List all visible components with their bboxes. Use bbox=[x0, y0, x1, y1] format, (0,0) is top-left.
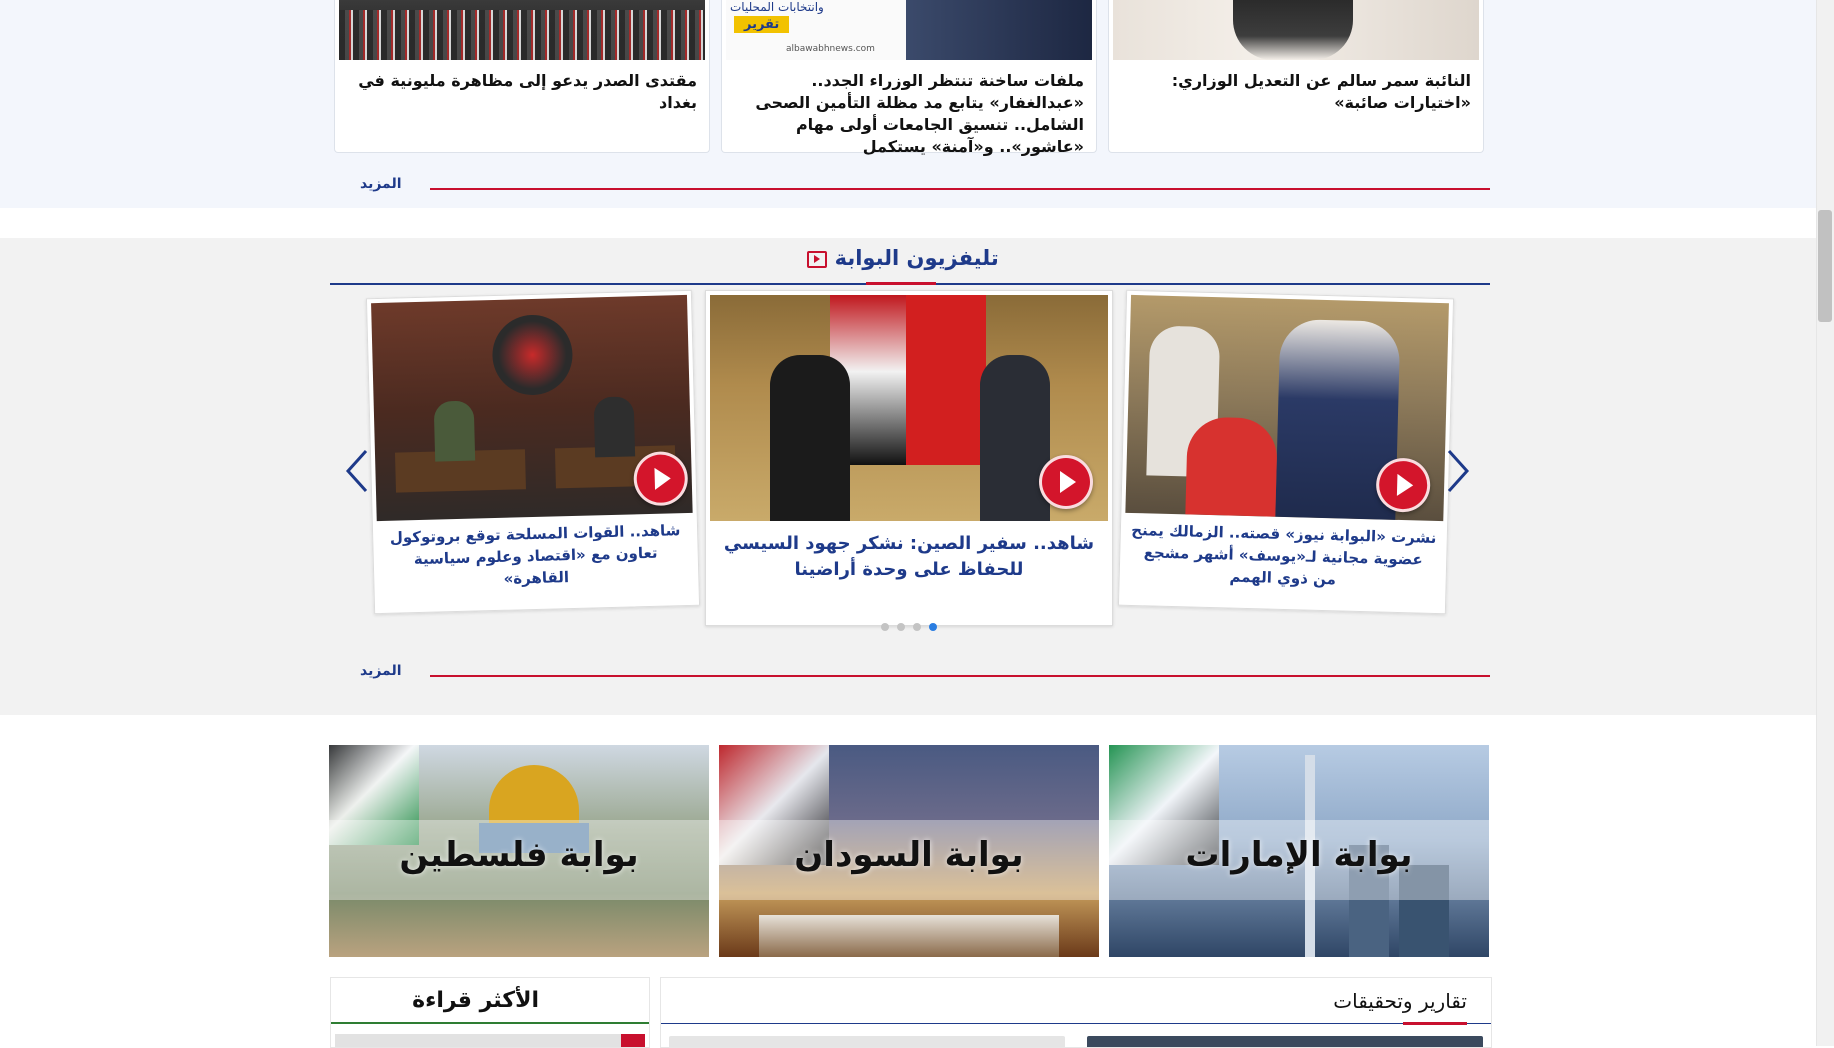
play-icon[interactable] bbox=[1039, 455, 1093, 509]
tv-icon bbox=[807, 250, 828, 268]
reports-title[interactable]: تقارير وتحقيقات bbox=[1333, 989, 1467, 1013]
most-read-divider bbox=[331, 1022, 649, 1024]
news-card[interactable]: النائبة سمر سالم عن التعديل الوزاري: «اخ… bbox=[1108, 0, 1484, 153]
gateway-label[interactable]: بوابة الإمارات bbox=[1109, 835, 1489, 875]
news-card-image bbox=[1113, 0, 1479, 60]
tv-title-text[interactable]: تليفزيون البوابة bbox=[835, 246, 999, 270]
video-card[interactable]: شاهد.. سفير الصين: نشكر جهود السيسي للحف… bbox=[705, 290, 1113, 626]
more-row: المزيد bbox=[330, 176, 1490, 200]
more-link[interactable]: المزيد bbox=[360, 663, 402, 679]
news-card-title[interactable]: ملفات ساخنة تنتظر الوزراء الجدد.. «عبدال… bbox=[734, 70, 1084, 158]
report-site: albawabhnews.com bbox=[786, 44, 875, 54]
news-card-title[interactable]: النائبة سمر سالم عن التعديل الوزاري: «اخ… bbox=[1121, 70, 1471, 114]
video-title[interactable]: شاهد.. القوات المسلحة توقع بروتوكول تعاو… bbox=[383, 519, 689, 593]
carousel-dot[interactable] bbox=[881, 623, 889, 631]
more-link[interactable]: المزيد bbox=[360, 176, 402, 192]
reports-accent bbox=[1403, 1022, 1467, 1025]
reports-divider bbox=[661, 1023, 1491, 1024]
gateway-palestine[interactable]: بوابة فلسطين bbox=[329, 745, 709, 957]
report-thumbnail[interactable] bbox=[1087, 1036, 1483, 1047]
video-card[interactable]: شاهد.. القوات المسلحة توقع بروتوكول تعاو… bbox=[365, 289, 701, 615]
tv-section-title[interactable]: تليفزيون البوابة bbox=[780, 246, 1020, 270]
scrollbar-thumb[interactable] bbox=[1818, 210, 1832, 322]
carousel-dot[interactable] bbox=[913, 623, 921, 631]
video-title[interactable]: شاهد.. سفير الصين: نشكر جهود السيسي للحف… bbox=[716, 531, 1102, 583]
most-read-title[interactable]: الأكثر قراءة bbox=[412, 988, 539, 1013]
gateway-label[interactable]: بوابة السودان bbox=[719, 835, 1099, 875]
news-card[interactable]: مقتدى الصدر يدعو إلى مظاهرة مليونية في ب… bbox=[334, 0, 710, 153]
news-card[interactable]: تقرير وانتخابات المحليات albawabhnews.co… bbox=[721, 0, 1097, 156]
video-title[interactable]: نشرت «البوابة نيوز» قصته.. الزمالك يمنح … bbox=[1129, 519, 1437, 593]
report-caption: وانتخابات المحليات bbox=[730, 0, 824, 14]
arrow-left-icon[interactable] bbox=[345, 449, 369, 493]
page-scrollbar[interactable] bbox=[1816, 0, 1834, 1046]
arrow-right-icon[interactable] bbox=[1446, 449, 1470, 493]
report-tag: تقرير bbox=[734, 16, 790, 33]
carousel-dot[interactable] bbox=[897, 623, 905, 631]
news-card-image: تقرير وانتخابات المحليات albawabhnews.co… bbox=[726, 0, 1092, 60]
report-thumbnail[interactable] bbox=[669, 1036, 1065, 1047]
most-read-section: الأكثر قراءة bbox=[330, 977, 650, 1048]
news-card-title[interactable]: مقتدى الصدر يدعو إلى مظاهرة مليونية في ب… bbox=[347, 70, 697, 114]
most-read-badge bbox=[621, 1034, 645, 1047]
gateway-sudan[interactable]: بوابة السودان bbox=[719, 745, 1099, 957]
gateway-label[interactable]: بوابة فلسطين bbox=[329, 835, 709, 875]
tv-header-accent bbox=[866, 282, 936, 285]
carousel-dot-active[interactable] bbox=[929, 623, 937, 631]
gateway-uae[interactable]: بوابة الإمارات bbox=[1109, 745, 1489, 957]
more-divider bbox=[430, 675, 1490, 677]
video-card[interactable]: نشرت «البوابة نيوز» قصته.. الزمالك يمنح … bbox=[1117, 289, 1455, 615]
more-divider bbox=[430, 188, 1490, 190]
news-card-image bbox=[339, 0, 705, 60]
reports-section: تقارير وتحقيقات bbox=[660, 977, 1492, 1048]
more-row: المزيد bbox=[330, 663, 1490, 687]
most-read-thumbnail[interactable] bbox=[335, 1034, 645, 1047]
